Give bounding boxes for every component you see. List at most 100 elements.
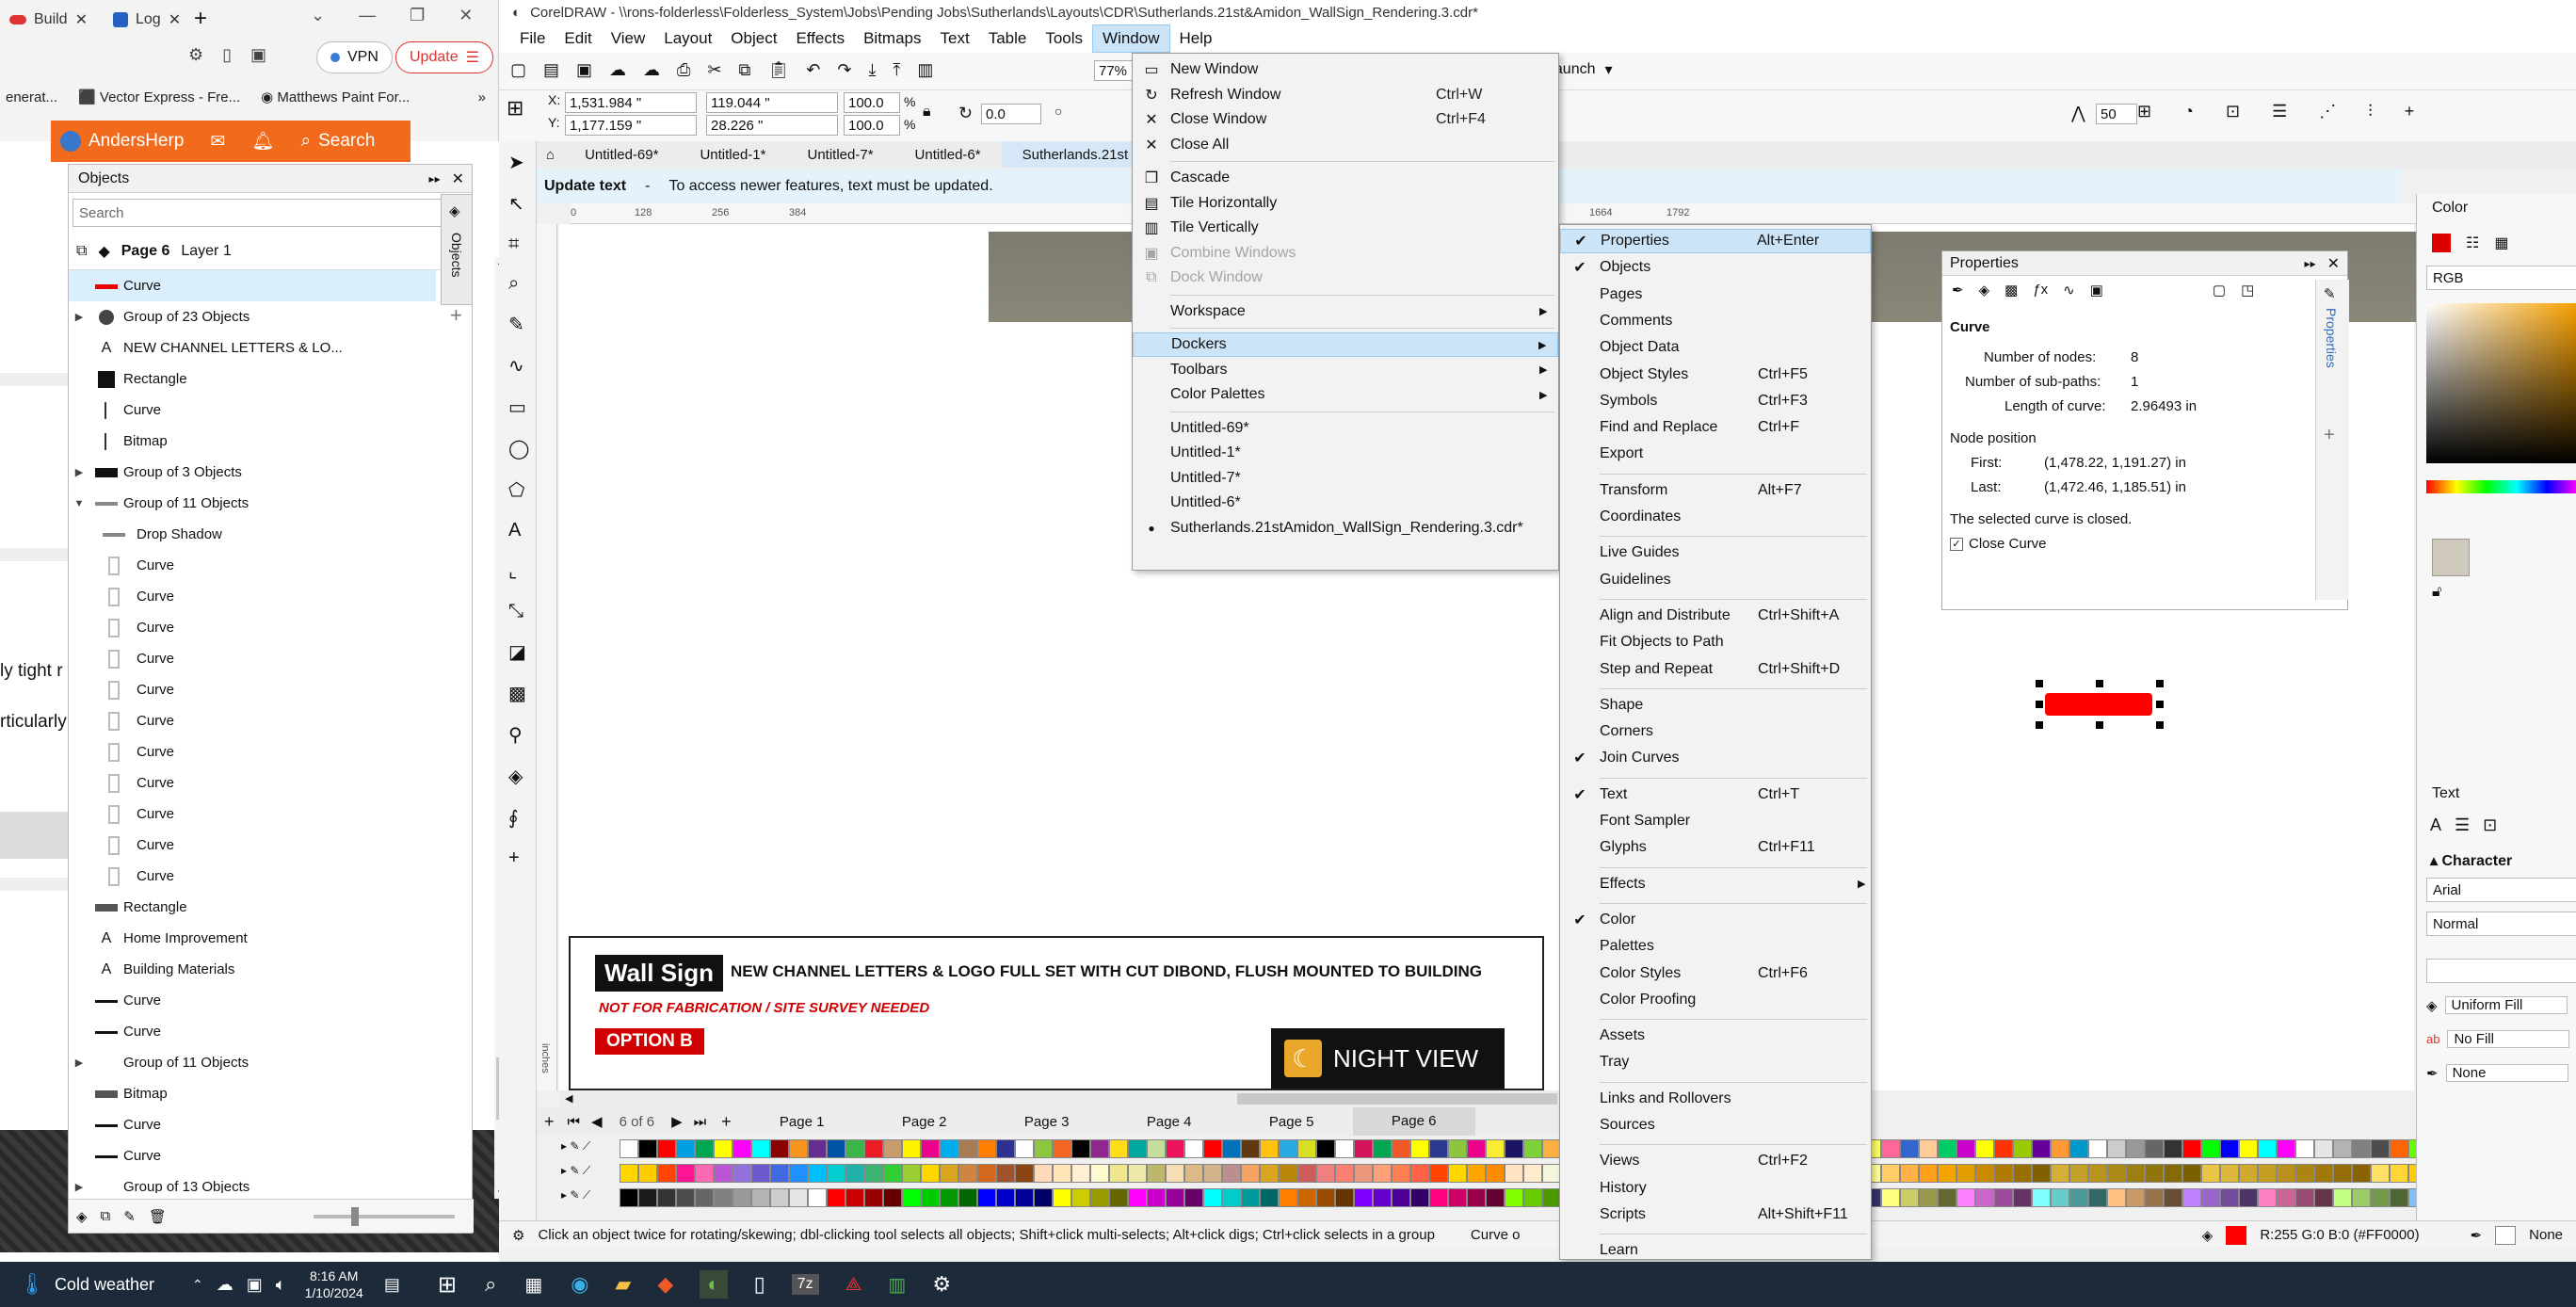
new-master-layer-icon[interactable]: ✎ bbox=[123, 1208, 136, 1225]
kerning-field[interactable] bbox=[2426, 959, 2576, 983]
color-swatch[interactable] bbox=[902, 1139, 921, 1158]
color-swatch[interactable] bbox=[902, 1164, 921, 1183]
color-swatch[interactable] bbox=[2239, 1188, 2258, 1207]
object-origin-icon[interactable]: ⊞ bbox=[507, 96, 523, 121]
dockers-menu-item[interactable]: Views Ctrl+F2 bbox=[1560, 1149, 1871, 1173]
dockers-menu-item[interactable]: Sources bbox=[1560, 1113, 1871, 1138]
color-model-select[interactable]: RGB bbox=[2426, 266, 2576, 290]
color-swatch[interactable] bbox=[1900, 1188, 1919, 1207]
handle-se[interactable] bbox=[2156, 721, 2164, 729]
color-swatch[interactable] bbox=[2277, 1164, 2295, 1183]
color-swatch[interactable] bbox=[1919, 1188, 1938, 1207]
nudge-icon[interactable]: ⋀ bbox=[2071, 104, 2085, 123]
add-icon[interactable]: + bbox=[2405, 102, 2415, 121]
color-swatch[interactable] bbox=[1034, 1139, 1053, 1158]
object-tree-row[interactable]: A NEW CHANNEL LETTERS & LO... bbox=[69, 332, 436, 363]
color-swatch[interactable] bbox=[1147, 1139, 1166, 1158]
color-swatch[interactable] bbox=[921, 1188, 940, 1207]
dockers-menu-item[interactable]: Transform Alt+F7 bbox=[1560, 478, 1871, 503]
window-menu-item[interactable]: Workspace ▶ bbox=[1133, 299, 1558, 324]
dockers-menu-item[interactable]: Assets bbox=[1560, 1024, 1871, 1048]
close-icon[interactable]: ✕ bbox=[169, 10, 181, 29]
color-swatch[interactable] bbox=[1410, 1164, 1429, 1183]
menu-tools[interactable]: Tools bbox=[1036, 25, 1092, 52]
expand-arrow-icon[interactable]: ▼ bbox=[69, 498, 89, 509]
site-username[interactable]: AndersHerp bbox=[89, 131, 184, 152]
color-swatch[interactable] bbox=[1975, 1139, 1994, 1158]
color-swatch[interactable] bbox=[676, 1164, 695, 1183]
page-tab[interactable]: Page 4 bbox=[1108, 1114, 1231, 1130]
color-swatch[interactable] bbox=[1429, 1164, 1448, 1183]
color-swatch[interactable] bbox=[1994, 1188, 2013, 1207]
menu-effects[interactable]: Effects bbox=[786, 25, 854, 52]
handle-n[interactable] bbox=[2096, 680, 2103, 687]
dockers-menu-item[interactable]: Fit Objects to Path bbox=[1560, 630, 1871, 654]
edge-icon[interactable]: ◉ bbox=[571, 1272, 588, 1297]
color-swatch[interactable] bbox=[996, 1164, 1015, 1183]
color-swatch[interactable] bbox=[1956, 1188, 1975, 1207]
handle-sw[interactable] bbox=[2036, 721, 2043, 729]
object-tree-row[interactable]: Curve bbox=[69, 736, 436, 767]
color-swatch[interactable] bbox=[1542, 1139, 1561, 1158]
add-docker-icon[interactable]: + bbox=[2324, 425, 2335, 446]
color-swatch[interactable] bbox=[1523, 1164, 1542, 1183]
color-swatch[interactable] bbox=[1053, 1139, 1071, 1158]
character-icon[interactable]: A bbox=[2430, 815, 2441, 835]
dockers-menu-item[interactable]: History bbox=[1560, 1176, 1871, 1201]
color-swatch[interactable] bbox=[1184, 1188, 1203, 1207]
browser-tab-build[interactable]: Build ✕ bbox=[0, 4, 97, 36]
shadow-tool-icon[interactable]: ◪ bbox=[508, 640, 529, 664]
layer-name[interactable]: Layer 1 bbox=[181, 243, 231, 260]
dockers-menu-item[interactable]: Step and Repeat Ctrl+Shift+D bbox=[1560, 657, 1871, 682]
menu-edit[interactable]: Edit bbox=[555, 25, 601, 52]
color-swatch[interactable] bbox=[1354, 1188, 1373, 1207]
position-x-field[interactable]: 1,531.984 " bbox=[565, 92, 697, 113]
close-icon[interactable]: ✕ bbox=[75, 10, 88, 29]
crop-tool-icon[interactable]: ⌗ bbox=[508, 234, 529, 255]
dockers-menu-item[interactable]: Object Styles Ctrl+F5 bbox=[1560, 363, 1871, 387]
color-swatch[interactable] bbox=[2352, 1139, 2371, 1158]
object-tree-row[interactable]: Curve bbox=[69, 1109, 436, 1140]
color-swatch[interactable] bbox=[883, 1139, 902, 1158]
object-tree-row[interactable]: Curve bbox=[69, 581, 436, 612]
color-swatch[interactable] bbox=[808, 1188, 827, 1207]
new-layer-icon[interactable]: ⧉ bbox=[101, 1208, 111, 1224]
color-swatch[interactable] bbox=[1184, 1139, 1203, 1158]
sidebar-icon[interactable]: ▯ bbox=[222, 45, 232, 65]
color-swatch[interactable] bbox=[2126, 1139, 2145, 1158]
object-tree-row[interactable]: Curve bbox=[69, 643, 436, 674]
color-swatch[interactable] bbox=[1071, 1164, 1090, 1183]
color-swatch[interactable] bbox=[2352, 1188, 2371, 1207]
color-swatch[interactable] bbox=[1279, 1139, 1297, 1158]
artistic-media-icon[interactable]: ∿ bbox=[508, 354, 529, 378]
brave-icon[interactable]: ◆ bbox=[657, 1272, 673, 1297]
color-swatch[interactable] bbox=[2277, 1139, 2295, 1158]
dockers-menu-item[interactable]: Object Data bbox=[1560, 335, 1871, 360]
color-swatch[interactable] bbox=[1090, 1188, 1109, 1207]
vertical-ruler[interactable]: inches bbox=[537, 224, 557, 1090]
menu-object[interactable]: Object bbox=[721, 25, 786, 52]
add-page-icon[interactable]: + bbox=[537, 1112, 562, 1132]
page-tab[interactable]: Page 6 bbox=[1352, 1107, 1475, 1136]
color-swatch[interactable] bbox=[1938, 1164, 1956, 1183]
color-swatch[interactable] bbox=[940, 1139, 958, 1158]
dockers-menu-item[interactable]: Export bbox=[1560, 442, 1871, 466]
document-tab[interactable]: Untitled-69* bbox=[564, 141, 679, 168]
add-icon[interactable]: ⊞ bbox=[2137, 102, 2151, 121]
color-swatch[interactable] bbox=[940, 1188, 958, 1207]
color-swatch[interactable] bbox=[1166, 1139, 1184, 1158]
color-swatch[interactable] bbox=[2314, 1139, 2333, 1158]
menu-table[interactable]: Table bbox=[979, 25, 1037, 52]
menu-layout[interactable]: Layout bbox=[654, 25, 721, 52]
color-swatch[interactable] bbox=[1297, 1188, 1316, 1207]
copy-icon[interactable]: ⧉ bbox=[739, 60, 751, 80]
color-swatch[interactable] bbox=[1373, 1164, 1392, 1183]
site-search-button[interactable]: ⌕ Search bbox=[300, 131, 375, 152]
color-swatch[interactable] bbox=[1109, 1139, 1128, 1158]
background-fill-select[interactable]: ab No Fill bbox=[2426, 1030, 2570, 1048]
color-swatch[interactable] bbox=[1071, 1139, 1090, 1158]
color-swatch[interactable] bbox=[1900, 1164, 1919, 1183]
document-tab[interactable]: Sutherlands.21st bbox=[1001, 141, 1150, 168]
color-swatch[interactable] bbox=[1316, 1164, 1335, 1183]
color-swatch[interactable] bbox=[657, 1139, 676, 1158]
